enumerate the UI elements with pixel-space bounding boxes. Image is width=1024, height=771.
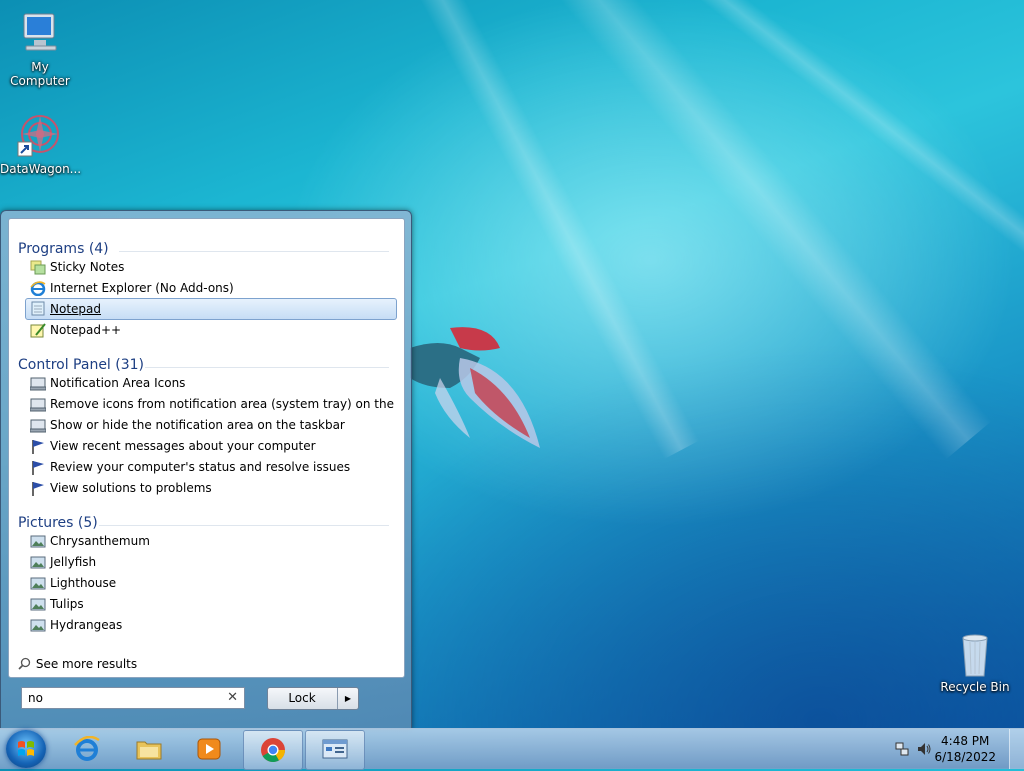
desktop-icon-label: My Computer (10, 60, 70, 88)
desktop-icon-label: DataWagon... (0, 162, 82, 176)
clock-time: 4:48 PM (941, 734, 990, 748)
result-notepad[interactable]: Notepad (25, 298, 397, 320)
windows-logo-icon (18, 741, 34, 756)
internet-explorer-icon (73, 735, 101, 762)
section-header-pictures: Pictures (5) (18, 515, 98, 531)
taskbar: 4:48 PM 6/18/2022 (0, 728, 1024, 770)
divider (119, 251, 389, 252)
clear-search-icon[interactable]: ✕ (227, 688, 238, 708)
taskbar-windows-explorer[interactable] (120, 730, 178, 768)
desktop-icon-recycle-bin[interactable]: Recycle Bin (935, 630, 1015, 694)
result-jellyfish[interactable]: Jellyfish (26, 552, 396, 573)
start-menu: Programs (4) Sticky Notes Internet Explo… (0, 210, 412, 730)
result-notepad-plus-plus[interactable]: Notepad++ (26, 320, 396, 341)
picture-icon (30, 576, 46, 591)
result-internet-explorer[interactable]: Internet Explorer (No Add-ons) (26, 278, 396, 299)
result-sticky-notes[interactable]: Sticky Notes (26, 257, 396, 278)
result-review-computer-status[interactable]: Review your computer's status and resolv… (26, 457, 396, 478)
action-center-flag-icon (30, 439, 46, 454)
taskbar-internet-explorer[interactable] (58, 730, 116, 768)
recycle-bin-icon (951, 630, 999, 678)
folder-icon (135, 736, 163, 762)
computer-icon (16, 10, 64, 58)
picture-icon (30, 555, 46, 570)
result-show-hide-notification-area[interactable]: Show or hide the notification area on th… (26, 415, 396, 436)
volume-icon[interactable] (916, 741, 932, 760)
start-button[interactable] (6, 730, 46, 768)
clock[interactable]: 4:48 PM 6/18/2022 (934, 733, 996, 765)
desktop-icon-datawagon[interactable]: DataWagon... (0, 112, 82, 176)
clock-date: 6/18/2022 (934, 750, 996, 764)
see-more-results-link[interactable]: See more results (18, 657, 137, 673)
lock-button[interactable]: Lock ▶ (267, 687, 359, 710)
control-panel-icon (29, 418, 47, 433)
network-icon[interactable] (894, 741, 910, 760)
wallpaper-fish-image (400, 318, 550, 468)
search-results-panel: Programs (4) Sticky Notes Internet Explo… (8, 218, 405, 678)
action-center-flag-icon (30, 481, 46, 496)
internet-explorer-icon (30, 281, 46, 297)
notepad-plus-plus-icon (30, 323, 46, 338)
action-center-flag-icon (30, 460, 46, 475)
taskbar-media-player[interactable] (180, 730, 238, 768)
control-panel-window-icon (321, 737, 349, 763)
taskbar-chrome[interactable] (243, 730, 303, 770)
show-desktop-button[interactable] (1009, 729, 1024, 769)
notepad-icon (30, 301, 46, 316)
divider (145, 367, 389, 368)
result-view-recent-messages[interactable]: View recent messages about your computer (26, 436, 396, 457)
section-header-control-panel: Control Panel (31) (18, 357, 145, 373)
section-header-programs: Programs (4) (18, 241, 109, 257)
start-search-input[interactable]: no ✕ (21, 687, 245, 709)
media-player-icon (195, 736, 223, 762)
power-options-arrow-button[interactable]: ▶ (337, 688, 358, 709)
control-panel-icon (29, 397, 47, 412)
result-chrysanthemum[interactable]: Chrysanthemum (26, 531, 396, 552)
result-tulips[interactable]: Tulips (26, 594, 396, 615)
datawagon-shortcut-icon (16, 112, 64, 160)
picture-icon (30, 534, 46, 549)
notification-area: 4:48 PM 6/18/2022 (884, 729, 1024, 769)
result-lighthouse[interactable]: Lighthouse (26, 573, 396, 594)
chrome-icon (259, 737, 287, 763)
result-notification-area-icons[interactable]: Notification Area Icons (26, 373, 396, 394)
result-hydrangeas[interactable]: Hydrangeas (26, 615, 396, 636)
result-remove-icons-notification-area[interactable]: Remove icons from notification area (sys… (26, 394, 396, 415)
sticky-notes-icon (30, 260, 46, 275)
search-icon (18, 657, 32, 673)
desktop-icon-label: Recycle Bin (940, 680, 1010, 694)
taskbar-control-panel[interactable] (305, 730, 365, 770)
control-panel-icon (29, 376, 47, 391)
picture-icon (30, 597, 46, 612)
divider (99, 525, 389, 526)
result-view-solutions[interactable]: View solutions to problems (26, 478, 396, 499)
picture-icon (30, 618, 46, 633)
desktop-icon-my-computer[interactable]: My Computer (0, 10, 80, 88)
